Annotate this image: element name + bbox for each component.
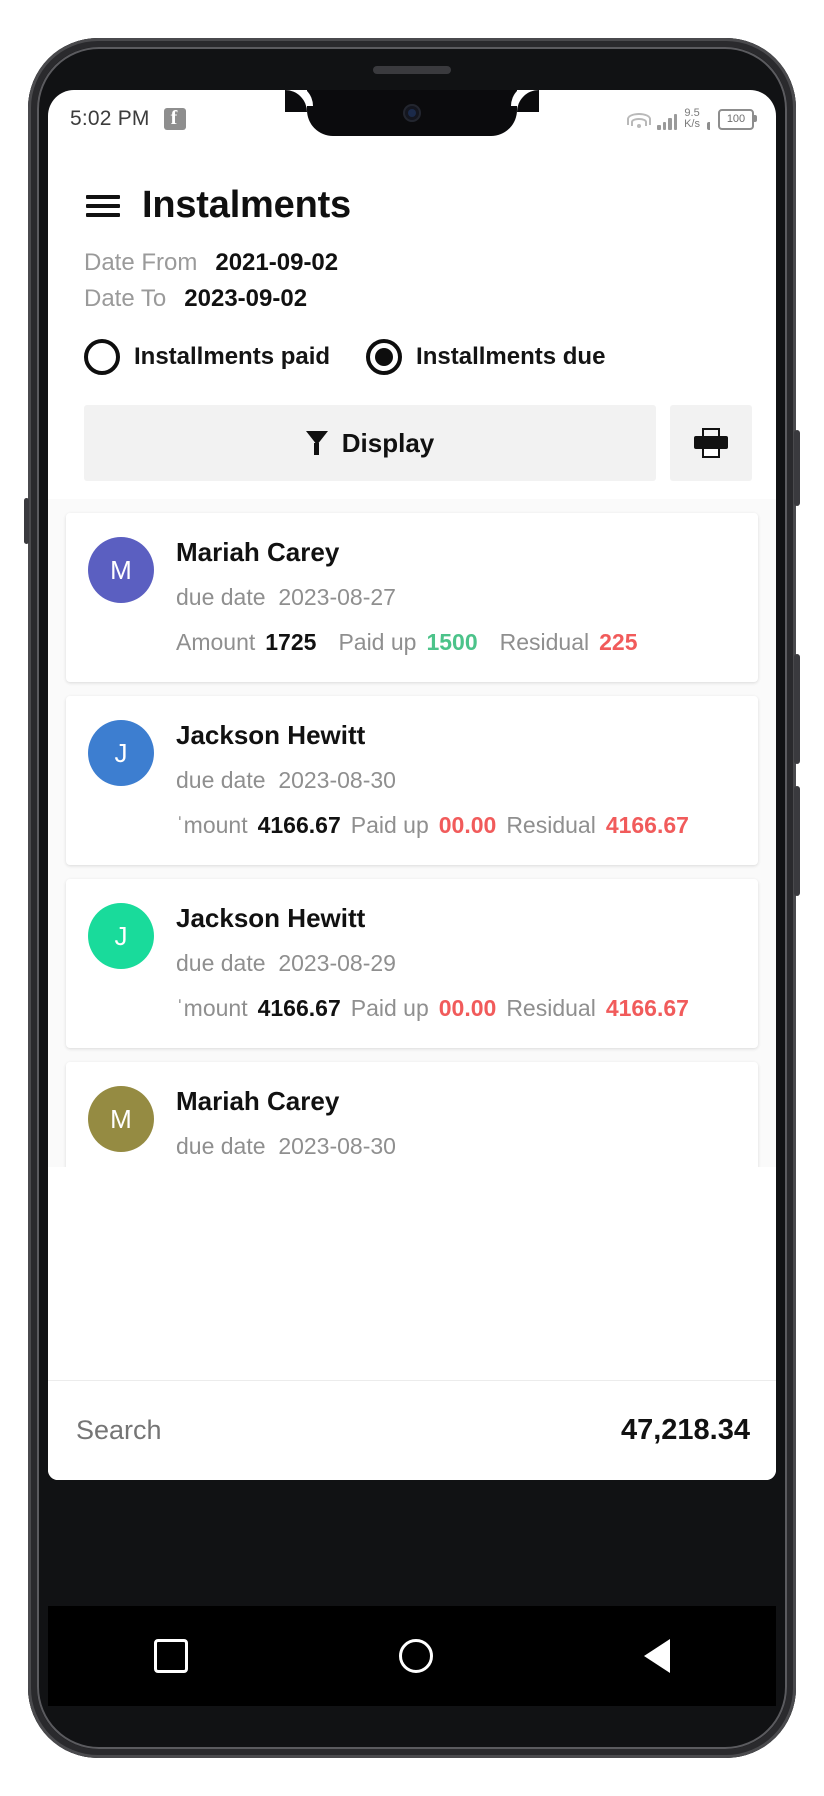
- amount-label: Amount: [176, 629, 256, 655]
- wifi-icon: [627, 113, 652, 130]
- avatar: M: [88, 1086, 154, 1152]
- printer-icon: [694, 428, 728, 458]
- instalments-list[interactable]: M Mariah Carey due date 2023-08-27 Amount 17…: [48, 499, 776, 1167]
- facebook-icon: [163, 107, 186, 130]
- paid-up-label: Paid up: [338, 629, 417, 655]
- due-date-label: due date: [176, 584, 279, 610]
- bottom-bar: 47,218.34: [48, 1380, 776, 1480]
- radio-group: Installments paid Installments due: [48, 317, 776, 375]
- battery-icon: 100: [718, 109, 757, 130]
- side-button-volume-down[interactable]: [794, 786, 800, 896]
- due-date-value: 2023-08-30: [278, 1133, 396, 1159]
- instalment-card[interactable]: MMariah Careydue date 2023-08-30Amount16…: [66, 1062, 758, 1167]
- amount-value: 1725: [265, 629, 317, 655]
- display-button-label: Display: [341, 427, 435, 458]
- residual-value: 225: [599, 629, 638, 655]
- radio-installments-due-label: Installments due: [416, 343, 606, 370]
- radio-circle-selected-icon: [366, 339, 403, 375]
- customer-name: Jackson Hewitt: [176, 903, 366, 933]
- search-input[interactable]: [74, 1414, 621, 1447]
- amount-value: 4166.67: [257, 995, 341, 1021]
- date-from-value[interactable]: 2021-09-02: [215, 249, 338, 277]
- residual-label: Residual: [506, 995, 596, 1021]
- date-to-row[interactable]: Date To 2023-09-02: [48, 281, 776, 317]
- due-date-value: 2023-08-29: [278, 950, 396, 976]
- amounts-row: ˈmount 4166.67 Paid up 00.00 Residual 4166.67: [176, 812, 736, 839]
- filter-section: Date From 2021-09-02 Date To 2023-09-02 …: [48, 227, 776, 481]
- date-from-label: Date From: [84, 249, 198, 276]
- residual-value: 4166.67: [605, 812, 689, 838]
- battery-tip: [707, 122, 710, 130]
- avatar: M: [88, 537, 154, 603]
- paid-up-value: 00.00: [438, 812, 497, 838]
- date-to-value[interactable]: 2023-09-02: [184, 285, 307, 313]
- card-body: Mariah Careydue date 2023-08-30Amount165…: [176, 1086, 736, 1167]
- phone-screen: 5:02 PM 9.5 K/s: [48, 90, 776, 1480]
- avatar: J: [88, 720, 154, 786]
- triangle-back-icon[interactable]: [644, 1639, 671, 1673]
- battery-level-text: 100: [726, 113, 746, 125]
- due-date-value: 2023-08-30: [278, 767, 396, 793]
- instalment-card[interactable]: J Jackson Hewitt due date 2023-08-30 ˈmount…: [66, 696, 758, 865]
- card-body: Mariah Carey due date 2023-08-27 Amount 172…: [176, 537, 736, 656]
- status-bar: 5:02 PM 9.5 K/s: [48, 90, 776, 148]
- customer-name: Mariah Carey: [176, 1086, 340, 1116]
- amount-label: ˈmount: [176, 995, 248, 1021]
- due-date-row: due date 2023-08-27: [176, 584, 736, 611]
- due-date-label: due date: [176, 1133, 279, 1159]
- side-button-mute[interactable]: [794, 430, 800, 506]
- due-date-row: due date 2023-08-30: [176, 767, 736, 794]
- phone-device-frame: 5:02 PM 9.5 K/s: [24, 38, 800, 1758]
- instalment-card[interactable]: J Jackson Hewitt due date 2023-08-29 ˈmount…: [66, 879, 758, 1048]
- cellular-signal-icon: [657, 113, 678, 130]
- residual-label: Residual: [499, 629, 590, 655]
- square-recents-icon[interactable]: [153, 1639, 188, 1673]
- due-date-value: 2023-08-27: [278, 584, 396, 610]
- card-body: Jackson Hewitt due date 2023-08-30 ˈmount 4…: [176, 720, 736, 839]
- status-time: 5:02 PM: [70, 107, 150, 130]
- paid-up-value: 1500: [426, 629, 478, 655]
- amount-label: ˈmount: [176, 812, 248, 838]
- residual-value: 4166.67: [605, 995, 689, 1021]
- due-date-row: due date 2023-08-30: [176, 1133, 736, 1160]
- instalment-card[interactable]: M Mariah Carey due date 2023-08-27 Amount 17…: [66, 513, 758, 682]
- radio-circle-icon: [84, 339, 120, 375]
- android-navigation-bar: [48, 1606, 776, 1706]
- network-speed-indicator: 9.5 K/s: [684, 108, 700, 130]
- due-date-row: due date 2023-08-29: [176, 950, 736, 977]
- customer-name: Jackson Hewitt: [176, 720, 366, 750]
- avatar: J: [88, 903, 154, 969]
- network-speed-unit: K/s: [684, 118, 700, 130]
- radio-installments-paid[interactable]: Installments paid: [84, 339, 330, 375]
- amount-value: 4166.67: [257, 812, 341, 838]
- total-amount: 47,218.34: [620, 1414, 750, 1446]
- paid-up-label: Paid up: [350, 995, 429, 1021]
- app-header: Instalments: [48, 148, 776, 227]
- amounts-row: Amount 1725 Paid up 1500 Residual 225: [176, 629, 736, 656]
- circle-home-icon[interactable]: [398, 1639, 433, 1673]
- paid-up-value: 00.00: [438, 995, 497, 1021]
- funnel-filter-icon: [305, 431, 328, 455]
- card-body: Jackson Hewitt due date 2023-08-29 ˈmount 4…: [176, 903, 736, 1022]
- display-button[interactable]: Display: [84, 405, 656, 481]
- print-button[interactable]: [670, 405, 752, 481]
- residual-label: Residual: [506, 812, 596, 838]
- amounts-row: ˈmount 4166.67 Paid up 00.00 Residual 4166.67: [176, 995, 736, 1022]
- due-date-label: due date: [176, 767, 279, 793]
- customer-name: Mariah Carey: [176, 537, 340, 567]
- paid-up-label: Paid up: [350, 812, 429, 838]
- due-date-label: due date: [176, 950, 279, 976]
- date-from-row[interactable]: Date From 2021-09-02: [48, 245, 776, 281]
- radio-installments-due[interactable]: Installments due: [366, 339, 605, 375]
- radio-installments-paid-label: Installments paid: [134, 343, 331, 370]
- page-title: Instalments: [142, 184, 351, 226]
- side-button-volume-up[interactable]: [794, 654, 800, 764]
- screenshot-root: 5:02 PM 9.5 K/s: [0, 0, 824, 1796]
- hamburger-menu-icon[interactable]: [86, 194, 120, 217]
- earpiece-speaker: [373, 66, 451, 74]
- side-button-left[interactable]: [24, 498, 29, 544]
- date-to-label: Date To: [84, 285, 167, 312]
- action-row: Display: [48, 375, 776, 481]
